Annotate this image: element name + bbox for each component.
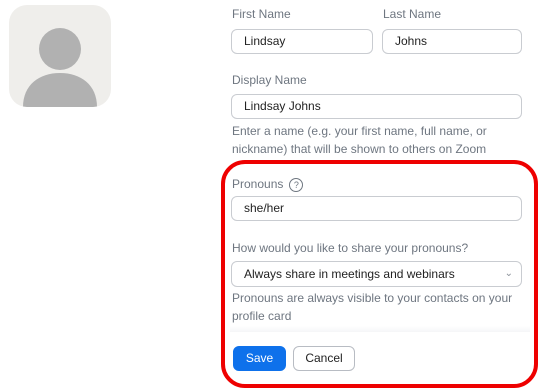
first-name-input[interactable]: Lindsay	[231, 29, 373, 54]
display-name-help: Enter a name (e.g. your first name, full…	[232, 124, 487, 156]
chevron-down-icon: ⌄	[504, 268, 513, 279]
pronouns-label: Pronouns	[232, 177, 284, 191]
share-pronouns-help: Pronouns are always visible to your cont…	[232, 291, 513, 323]
save-button[interactable]: Save	[233, 346, 286, 371]
first-name-label: First Name	[232, 7, 291, 21]
cancel-button[interactable]: Cancel	[293, 346, 355, 371]
pronouns-input[interactable]: she/her	[231, 196, 522, 221]
last-name-input[interactable]: Johns	[382, 29, 522, 54]
display-name-label: Display Name	[232, 73, 307, 87]
avatar[interactable]	[9, 5, 111, 107]
share-pronouns-value: Always share in meetings and webinars	[244, 267, 455, 281]
section-divider	[230, 326, 530, 332]
share-pronouns-label: How would you like to share your pronoun…	[232, 241, 469, 255]
pronouns-label-row: Pronouns?	[232, 177, 304, 192]
share-pronouns-select[interactable]: Always share in meetings and webinars ⌄	[231, 261, 522, 287]
last-name-label: Last Name	[383, 7, 442, 21]
question-circle-icon[interactable]: ?	[289, 177, 304, 192]
display-name-input[interactable]: Lindsay Johns	[231, 94, 522, 119]
user-silhouette-icon	[23, 28, 97, 107]
